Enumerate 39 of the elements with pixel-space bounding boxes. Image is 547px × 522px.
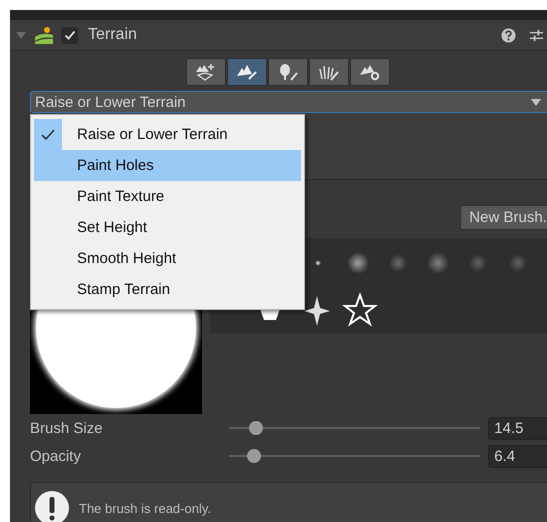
mountain-plus-icon [195, 63, 217, 81]
tree-brush-icon [277, 63, 299, 81]
value-field[interactable]: 14.5 [488, 416, 547, 440]
brush-thumbnail[interactable] [389, 254, 407, 272]
menu-item[interactable]: Set Height [34, 212, 301, 243]
menu-item[interactable]: Smooth Height [34, 243, 301, 274]
brush-thumbnail[interactable] [347, 252, 369, 274]
component-title: Terrain [88, 26, 137, 44]
mountain-gear-icon [359, 63, 381, 81]
tool-tab[interactable] [227, 58, 267, 86]
star-brush-icon[interactable] [342, 292, 378, 327]
new-brush-button[interactable]: New Brush.. [460, 205, 547, 230]
brush-thumbnail[interactable] [469, 254, 487, 272]
mode-dropdown[interactable]: Raise or Lower Terrain [30, 91, 547, 113]
brush-thumbnail[interactable] [315, 260, 321, 266]
tool-tab[interactable] [186, 58, 226, 86]
slider-label: Opacity [30, 448, 82, 464]
brush-thumbnail[interactable] [427, 252, 449, 274]
grass-brush-icon [318, 63, 340, 81]
menu-item[interactable]: Stamp Terrain [34, 274, 301, 305]
tool-tab[interactable] [350, 58, 390, 86]
help-message: The brush is read-only. [79, 500, 211, 516]
enabled-checkbox[interactable] [61, 26, 78, 44]
sparkle-brush-icon[interactable] [304, 296, 330, 326]
menu-item[interactable]: Raise or Lower Terrain [34, 119, 301, 150]
tool-tab[interactable] [309, 58, 349, 86]
settings-sliders-icon[interactable] [529, 28, 544, 42]
mountain-brush-icon [236, 63, 258, 81]
slider-label: Brush Size [30, 420, 104, 436]
brush-thumbnail[interactable] [509, 254, 527, 272]
dropdown-arrow-icon [531, 98, 541, 106]
menu-item[interactable]: Paint Holes [34, 150, 301, 181]
slider-thumb[interactable] [246, 449, 261, 463]
menu-item[interactable]: Paint Texture [34, 181, 301, 212]
value-field[interactable]: 6.4 [488, 444, 547, 468]
terrain-icon [35, 26, 53, 44]
slider-thumb[interactable] [249, 421, 264, 435]
help-icon[interactable] [501, 28, 516, 42]
tool-tab[interactable] [268, 58, 308, 86]
